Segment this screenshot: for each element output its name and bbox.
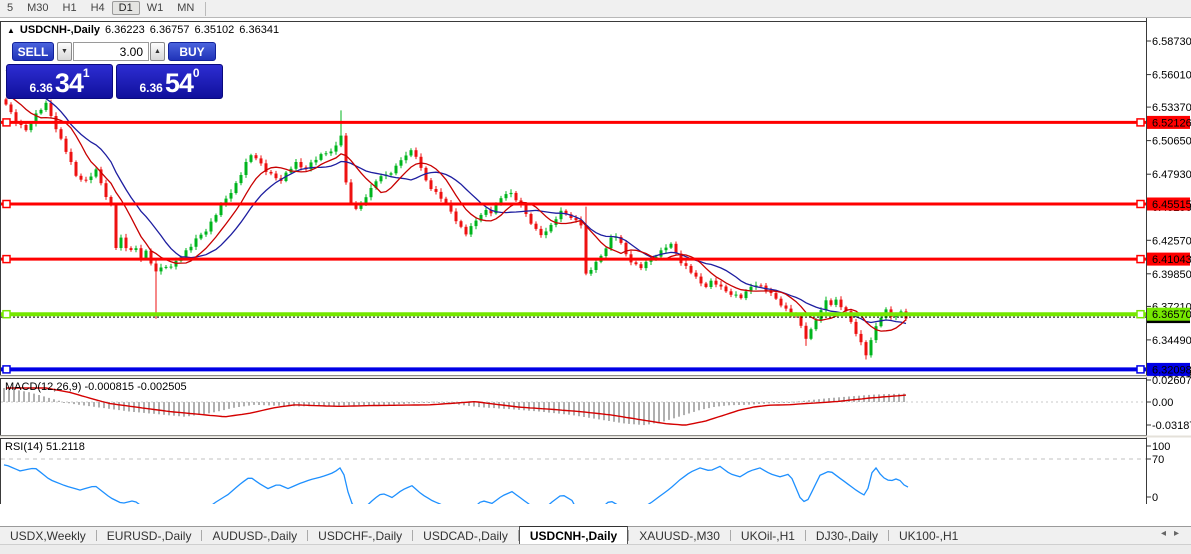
chart-tab-usdchf-daily[interactable]: USDCHF-,Daily [308,527,412,544]
status-bar [0,544,1191,554]
svg-text:6.45515: 6.45515 [1152,199,1191,211]
ohlc-open: 6.36223 [105,24,145,36]
chart-tab-uk100-h1[interactable]: UK100-,H1 [889,527,968,544]
buy-button[interactable]: BUY [168,42,216,61]
timeframe-button-mn[interactable]: MN [170,1,201,15]
chart-tab-xauusd-m30[interactable]: XAUUSD-,M30 [629,527,730,544]
chart-tab-dj30-daily[interactable]: DJ30-,Daily [806,527,888,544]
volume-decrease-button[interactable]: ▼ [57,42,72,61]
sell-button[interactable]: SELL [12,42,54,61]
svg-text:70: 70 [1152,454,1164,466]
svg-text:6.47930: 6.47930 [1152,169,1191,181]
rsi-pane [1,439,1147,505]
buy-price-sup: 0 [193,67,200,79]
timeframe-button-5[interactable]: 5 [0,1,20,15]
sell-price-prefix: 6.36 [29,80,52,96]
svg-text:6.39850: 6.39850 [1152,269,1191,281]
ohlc-low: 6.35102 [195,24,235,36]
timeframe-button-m30[interactable]: M30 [20,1,55,15]
svg-text:0.00: 0.00 [1152,397,1173,409]
svg-text:6.50650: 6.50650 [1152,136,1191,148]
svg-text:100: 100 [1152,441,1170,453]
timeframe-button-w1[interactable]: W1 [140,1,171,15]
one-click-trading-panel: SELL ▼ ▲ BUY 6.36 34 1 6.36 54 0 [6,42,224,100]
sell-quote-panel[interactable]: 6.36 34 1 [6,64,113,99]
chart-tab-usdcnh-daily[interactable]: USDCNH-,Daily [519,526,628,544]
svg-text:0: 0 [1152,492,1158,504]
chart-tab-audusd-daily[interactable]: AUDUSD-,Daily [202,527,307,544]
mt4-terminal-window: 5M30H1H4D1W1MN 6.58730 6.56010 6.53370 6.50… [0,0,1191,554]
trade-controls-row: SELL ▼ ▲ BUY [6,42,224,62]
chart-tab-usdx-weekly[interactable]: USDX,Weekly [0,527,96,544]
buy-price-big: 54 [165,71,193,96]
svg-text:0.02607: 0.02607 [1152,375,1191,387]
toolbar-separator [205,2,206,16]
volume-increase-button[interactable]: ▲ [150,42,165,61]
timeframe-toolbar: 5M30H1H4D1W1MN [0,0,1191,18]
sell-price-sup: 1 [83,67,90,79]
chart-symbol-period: USDCNH-,Daily [20,24,100,36]
macd-label: MACD(12,26,9) -0.000815 -0.002505 [5,381,187,393]
svg-text:6.41043: 6.41043 [1152,254,1191,266]
timeframe-button-h4[interactable]: H4 [84,1,112,15]
chart-ohlc-header: ▲ USDCNH-,Daily 6.36223 6.36757 6.35102 … [7,24,279,36]
chart-tab-bar: USDX,WeeklyEURUSD-,DailyAUDUSD-,DailyUSD… [0,526,1191,544]
svg-text:6.53370: 6.53370 [1152,102,1191,114]
ohlc-close: 6.36341 [239,24,279,36]
chart-tab-ukoil-h1[interactable]: UKOil-,H1 [731,527,805,544]
sell-price-big: 34 [55,71,83,96]
volume-input[interactable] [73,42,149,61]
svg-text:-0.03187: -0.03187 [1152,420,1191,432]
chart-tab-eurusd-daily[interactable]: EURUSD-,Daily [97,527,202,544]
svg-text:6.58730: 6.58730 [1152,36,1191,48]
svg-text:6.56010: 6.56010 [1152,70,1191,82]
svg-text:6.36570: 6.36570 [1152,309,1191,321]
chart-tab-usdcad-daily[interactable]: USDCAD-,Daily [413,527,518,544]
buy-price-prefix: 6.36 [139,80,162,96]
date-axis-strip [0,504,1191,526]
timeframe-button-d1[interactable]: D1 [112,1,140,15]
buy-quote-panel[interactable]: 6.36 54 0 [116,64,223,99]
collapse-arrow-icon[interactable]: ▲ [7,26,15,35]
svg-text:6.34490: 6.34490 [1152,335,1191,347]
timeframe-button-h1[interactable]: H1 [56,1,84,15]
svg-text:6.42570: 6.42570 [1152,235,1191,247]
svg-text:6.52126: 6.52126 [1152,117,1191,129]
rsi-label: RSI(14) 51.2118 [5,441,85,453]
ohlc-high: 6.36757 [150,24,190,36]
tab-scroll-arrows[interactable]: ◂▸ [1161,528,1187,539]
